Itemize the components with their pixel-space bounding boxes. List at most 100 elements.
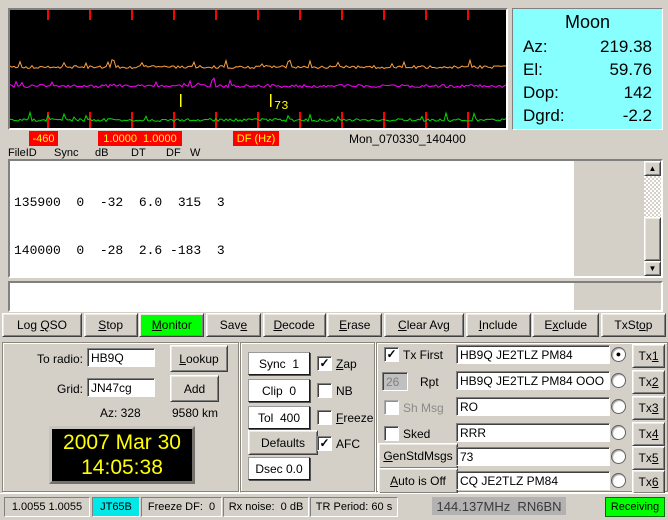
freeze-df-panel: Freeze DF: 0 xyxy=(141,497,222,517)
tx4-button[interactable]: Tx4 xyxy=(632,422,665,446)
save-button[interactable]: Save xyxy=(206,313,261,337)
tr-period-panel: TR Period: 60 s xyxy=(310,497,398,517)
tx2-button[interactable]: Tx2 xyxy=(632,370,665,394)
zap-label: Zap xyxy=(336,357,357,371)
scrollbar-track[interactable] xyxy=(644,176,661,217)
sked-checkbox[interactable] xyxy=(384,426,399,441)
to-radio-input[interactable] xyxy=(87,348,155,367)
rpt-input[interactable] xyxy=(382,372,408,391)
sync-control[interactable]: Sync 1 xyxy=(248,352,310,375)
clear-avg-button[interactable]: Clear Avg xyxy=(384,313,464,337)
scroll-up-button[interactable]: ▲ xyxy=(644,161,661,176)
tx4-radio[interactable] xyxy=(611,425,626,440)
afc-label: AFC xyxy=(336,437,360,451)
decode-text-area[interactable]: 135900 0 -32 6.0 315 3 140000 0 -28 2.6 … xyxy=(8,159,663,278)
erase-button[interactable]: Erase xyxy=(327,313,382,337)
tx4-message-input[interactable] xyxy=(456,423,610,442)
tx5-message-input[interactable] xyxy=(456,447,610,466)
freq-offset-label: -460 xyxy=(29,131,58,146)
spectral-display[interactable]: 73 xyxy=(8,8,508,130)
tx6-message-input[interactable] xyxy=(456,471,610,490)
frequency-callsign-panel: 144.137MHz RN6BN xyxy=(432,497,566,515)
tx3-button[interactable]: Tx3 xyxy=(632,396,665,420)
moon-info-panel: Moon Az: 219.38 El: 59.76 Dop: 142 Dgrd:… xyxy=(512,8,663,130)
freeze-label: Freeze xyxy=(336,411,373,425)
gen-std-msgs-button[interactable]: GenStdMsgs xyxy=(378,443,458,469)
defaults-button[interactable]: Defaults xyxy=(248,430,318,455)
tx6-button[interactable]: Tx6 xyxy=(632,470,665,494)
clip-control[interactable]: Clip 0 xyxy=(248,379,310,402)
rx-noise-panel: Rx noise: 0 dB xyxy=(223,497,309,517)
moon-el-label: El: xyxy=(523,58,543,81)
moon-dop-label: Dop: xyxy=(523,81,559,104)
zap-checkbox[interactable]: ✓ xyxy=(317,356,332,371)
scroll-down-icon: ▼ xyxy=(649,264,657,273)
tx-first-checkbox[interactable]: ✓ xyxy=(384,347,399,362)
tx5-radio[interactable] xyxy=(611,449,626,464)
col-header-sync: Sync xyxy=(54,147,78,159)
add-button[interactable]: Add xyxy=(170,375,219,402)
freeze-checkbox[interactable] xyxy=(317,410,332,425)
tx3-radio[interactable] xyxy=(611,399,626,414)
clock-time: 14:05:38 xyxy=(52,456,192,480)
col-header-db: dB xyxy=(95,147,108,159)
moon-dgrd-row: Dgrd: -2.2 xyxy=(513,104,662,127)
sh-msg-checkbox[interactable] xyxy=(384,400,399,415)
decode-line: 140000 0 -28 2.6 -183 3 xyxy=(14,243,574,259)
tx2-message-input[interactable] xyxy=(456,371,610,390)
moon-title: Moon xyxy=(513,9,662,35)
tx1-button[interactable]: Tx1 xyxy=(632,344,665,368)
average-text-area[interactable]: 140400 1 0/6 140300 2 0/6 xyxy=(8,281,663,312)
decode-text-region: 135900 0 -32 6.0 315 3 140000 0 -28 2.6 … xyxy=(10,161,574,276)
afc-checkbox[interactable]: ✓ xyxy=(317,436,332,451)
moon-dgrd-label: Dgrd: xyxy=(523,104,565,127)
col-header-df: DF xyxy=(166,147,181,159)
check-icon: ✓ xyxy=(319,438,329,449)
tx-first-label: Tx First xyxy=(403,348,443,362)
tx2-radio[interactable] xyxy=(611,373,626,388)
sample-rate-panel: 1.0055 1.0055 xyxy=(4,497,90,517)
tx3-message-input[interactable] xyxy=(456,397,610,416)
exclude-button[interactable]: Exclude xyxy=(532,313,599,337)
log-qso-button[interactable]: Log QSO xyxy=(2,313,82,337)
receiving-status-badge: Receiving xyxy=(605,497,665,517)
nb-checkbox[interactable] xyxy=(317,383,332,398)
scroll-down-button[interactable]: ▼ xyxy=(644,261,661,276)
rate-ratio-label: 1.0000 1.0000 xyxy=(98,131,182,146)
lookup-button[interactable]: Lookup xyxy=(170,345,228,372)
tol-control[interactable]: Tol 400 xyxy=(248,406,310,429)
tx1-message-input[interactable] xyxy=(456,345,610,364)
grid-input[interactable] xyxy=(87,378,155,397)
moon-az-value: 219.38 xyxy=(600,35,652,58)
df-axis-label: DF (Hz) xyxy=(233,131,279,146)
txstop-button[interactable]: TxStop xyxy=(601,313,666,337)
decode-line: 135900 0 -32 6.0 315 3 xyxy=(14,195,574,211)
spectrum-traces: 73 xyxy=(10,10,506,128)
check-icon: ✓ xyxy=(319,358,329,369)
rpt-label: Rpt xyxy=(420,375,439,389)
moon-dgrd-value: -2.2 xyxy=(623,104,652,127)
tx6-radio[interactable] xyxy=(611,473,626,488)
scrollbar-thumb[interactable] xyxy=(644,217,661,261)
sh-msg-label: Sh Msg xyxy=(403,401,444,415)
auto-toggle-button[interactable]: Auto is Off xyxy=(378,468,458,494)
monitor-button[interactable]: Monitor xyxy=(139,313,204,337)
stop-button[interactable]: Stop xyxy=(84,313,138,337)
decode-button[interactable]: Decode xyxy=(263,313,326,337)
moon-az-label: Az: xyxy=(523,35,548,58)
include-button[interactable]: Include xyxy=(466,313,531,337)
to-radio-label: To radio: xyxy=(28,352,83,366)
grid-label: Grid: xyxy=(28,382,83,396)
mode-panel: JT65B xyxy=(92,497,140,517)
main-button-row: Log QSO Stop Monitor Save Decode Erase C… xyxy=(2,313,666,337)
svg-text:73: 73 xyxy=(274,99,288,113)
tx5-button[interactable]: Tx5 xyxy=(632,446,665,470)
nb-label: NB xyxy=(336,384,353,398)
moon-el-value: 59.76 xyxy=(609,58,652,81)
status-bar: 1.0055 1.0055 JT65B Freeze DF: 0 Rx nois… xyxy=(0,493,668,520)
dsec-control[interactable]: Dsec 0.0 xyxy=(248,457,310,480)
decode-scrollbar[interactable]: ▲ ▼ xyxy=(644,161,661,276)
col-header-fileid: FileID xyxy=(8,147,37,159)
tx1-radio[interactable]: ● xyxy=(611,347,626,362)
moon-dop-row: Dop: 142 xyxy=(513,81,662,104)
